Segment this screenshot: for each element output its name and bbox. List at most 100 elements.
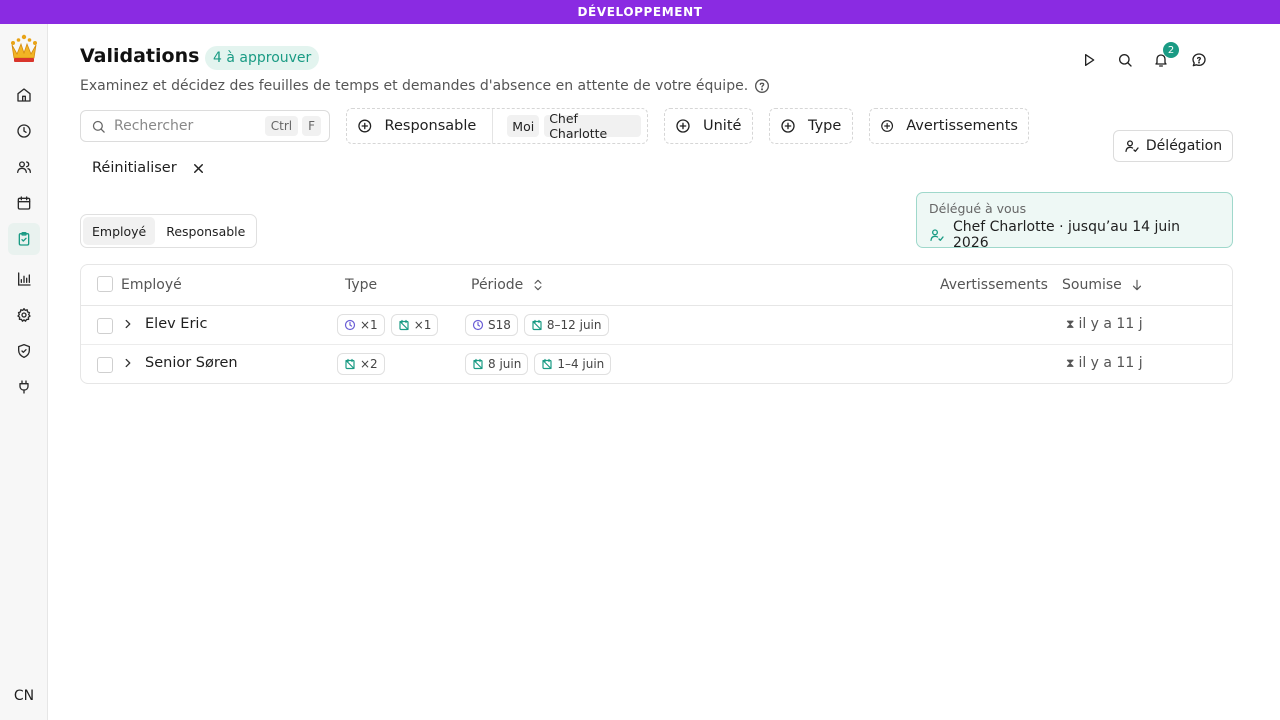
reset-filters-label: Réinitialiser [92,160,177,176]
select-all-checkbox[interactable] [97,276,113,292]
sidebar-item-team[interactable] [8,151,40,183]
row-checkbox[interactable] [97,318,113,334]
gear-icon [17,308,31,322]
column-employee[interactable]: Employé [121,277,182,293]
period-label: 8–12 juin [546,318,602,332]
pending-count-badge: 4 à approuver [205,46,320,70]
type-tag-timesheet: ×1 [337,314,385,336]
plus-circle-icon [881,120,894,132]
sidebar-item-settings[interactable] [8,299,40,331]
filter-manager[interactable]: Responsable Moi Chef Charlotte [346,108,648,144]
type-count: ×1 [413,318,432,332]
delegated-to-you-card: Délégué à vous Chef Charlotte · jusqu’au… [916,192,1233,251]
sidebar-item-home[interactable] [8,79,40,111]
hourglass-icon: ⧗ [1066,355,1075,370]
column-submitted[interactable]: Soumise [1062,277,1144,293]
filter-type[interactable]: Type [769,108,853,144]
filter-divider [492,109,494,143]
hourglass-icon: ⧗ [1066,316,1075,331]
filter-warnings[interactable]: Avertissements [869,108,1029,144]
environment-banner: DÉVELOPPEMENT [0,0,1280,24]
approvals-table: Employé Type Période Avertissements Soum… [80,264,1233,384]
delegated-label: Délégué à vous [929,201,1027,216]
calendar-icon [17,196,31,210]
delegation-button[interactable]: Délégation [1113,130,1233,162]
clock-icon [17,124,31,138]
chevron-right-icon[interactable] [121,317,135,331]
search-icon [92,120,105,133]
search-icon[interactable] [1113,48,1137,72]
absence-icon [542,358,552,370]
clipboard-check-icon [18,232,30,246]
plug-icon [19,380,29,394]
shortcut-key-ctrl: Ctrl [264,116,299,136]
user-avatar[interactable]: CN [8,680,40,712]
employee-name: Senior Søren [145,355,238,371]
period-tag: S18 [465,314,518,336]
filter-unit[interactable]: Unité [664,108,753,144]
view-toggle-employee[interactable]: Employé [83,217,156,245]
user-delegate-icon [1125,140,1139,152]
manager-chip-chef-charlotte: Chef Charlotte [544,111,641,141]
plus-circle-icon [358,119,372,133]
submitted-time: il y a 11 j [1078,316,1143,332]
type-count: ×1 [360,318,378,332]
employee-name: Elev Eric [145,316,208,332]
view-toggle-manager[interactable]: Responsable [157,217,254,245]
type-count: ×2 [360,357,378,371]
type-tag-absence: ×2 [337,353,385,375]
home-icon [17,88,31,102]
help-circle-icon[interactable] [754,78,770,94]
chevron-right-icon[interactable] [121,356,135,370]
column-warnings[interactable]: Avertissements [940,277,1048,293]
reset-filters-button[interactable]: Réinitialiser [80,154,206,182]
submitted-time: il y a 11 j [1078,355,1143,371]
shortcut-key-f: F [302,116,321,136]
row-checkbox[interactable] [97,357,113,373]
sort-down-icon [1132,279,1141,291]
search-input[interactable] [114,118,264,134]
bar-chart-icon [18,272,31,286]
plus-circle-icon [676,119,690,133]
column-period[interactable]: Période [471,277,545,293]
column-submitted-label: Soumise [1062,277,1122,293]
chat-help-icon[interactable] [1187,48,1211,72]
notification-count-badge: 2 [1163,42,1179,58]
table-row[interactable]: Senior Søren ×2 8 juin 1–4 juin ⧗ il y a… [81,345,1232,383]
keyboard-shortcut: Ctrl F [264,116,321,136]
table-header: Employé Type Période Avertissements Soum… [81,265,1232,306]
absence-icon [532,319,542,331]
close-icon [193,163,203,173]
absence-icon [345,358,355,370]
play-icon[interactable] [1077,48,1101,72]
user-check-icon [930,229,944,241]
filter-manager-label: Responsable [384,118,477,134]
sidebar-item-reports[interactable] [8,263,40,295]
period-tag: 8–12 juin [523,314,609,336]
absence-icon [399,319,409,331]
period-tag: 8 juin [465,353,529,375]
period-label: S18 [488,318,511,332]
page-title: Validations [80,45,200,67]
sidebar-item-timesheets[interactable] [8,115,40,147]
sidebar-item-integrations[interactable] [8,371,40,403]
filter-type-label: Type [808,118,842,134]
sidebar-item-calendar[interactable] [8,187,40,219]
subtitle-text: Examinez et décidez des feuilles de temp… [80,78,749,94]
table-row[interactable]: Elev Eric ×1 ×1 S18 8–12 juin ⧗ il y a 1… [81,306,1232,345]
column-type[interactable]: Type [345,277,377,293]
period-tag: 1–4 juin [534,353,612,375]
delegated-details: Chef Charlotte · jusqu’au 14 juin 2026 [953,219,1180,251]
filter-unit-label: Unité [703,118,742,134]
type-tag-absence: ×1 [390,314,439,336]
delegation-button-label: Délégation [1145,138,1223,154]
plus-circle-icon [781,119,795,133]
period-label: 8 juin [488,357,522,371]
page-subtitle: Examinez et décidez des feuilles de temp… [80,78,770,94]
view-toggle: Employé Responsable [80,214,258,248]
sidebar-item-security[interactable] [8,335,40,367]
crown-logo-icon[interactable] [8,34,40,64]
sidebar-item-validations[interactable] [8,223,40,255]
search-field[interactable]: Ctrl F [80,110,330,142]
clock-icon [472,319,484,331]
